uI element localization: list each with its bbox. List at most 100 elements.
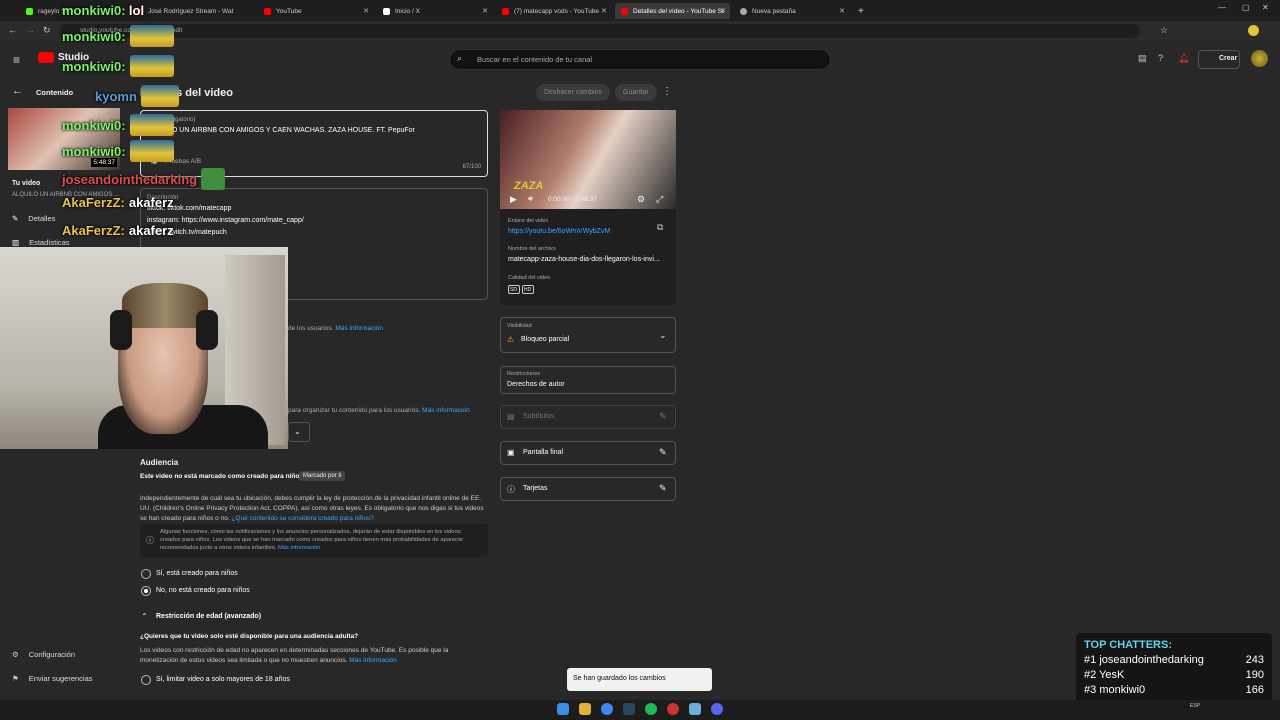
learn-more-link[interactable]: Más información bbox=[335, 325, 383, 332]
file-name: matecapp-zaza-house-dia-dos-llegaron-los… bbox=[508, 256, 660, 263]
player-time: 0:00:00 / 5:48:37 bbox=[548, 196, 597, 203]
chevron-up-icon[interactable]: ⌃ bbox=[141, 612, 148, 621]
video-preview[interactable]: ZAZA ▶ 🔊︎ 0:00:00 / 5:48:37 ⚙ ⤢ bbox=[500, 110, 676, 209]
browser-tab[interactable]: YouTube ✕ bbox=[258, 3, 373, 19]
reload-icon[interactable]: ↻ bbox=[43, 25, 51, 36]
age-restriction-toggle[interactable]: Restricción de edad (avanzado) bbox=[156, 613, 261, 620]
channel-avatar[interactable] bbox=[1251, 50, 1268, 67]
sd-icon: SD bbox=[508, 285, 520, 294]
chat-message: joseandointhedarking bbox=[62, 168, 226, 190]
chevron-down-icon: ⌄ bbox=[294, 427, 301, 436]
age-description: Los videos con restricción de edad no ap… bbox=[140, 647, 449, 664]
back-to-content[interactable]: Contenido bbox=[36, 88, 73, 97]
spotify-icon[interactable] bbox=[645, 703, 657, 715]
top-chatter-row: #1 joseandointhedarking 243 bbox=[1084, 654, 1264, 666]
radio-label[interactable]: No, no está creado para niños bbox=[156, 587, 250, 594]
thumbnail-note: de los usuarios. Más información bbox=[288, 325, 384, 332]
undo-changes-button[interactable]: Deshacer cambios bbox=[536, 84, 610, 101]
close-tab-icon[interactable]: ✕ bbox=[601, 7, 607, 15]
discord-icon[interactable] bbox=[711, 703, 723, 715]
search-input[interactable]: Buscar en el contenido de tu canal bbox=[449, 49, 831, 70]
sidebar-item-details[interactable]: ✎ Detalles bbox=[12, 214, 55, 223]
learn-more-link[interactable]: Más información bbox=[278, 545, 321, 551]
subtitles-icon[interactable]: ▤ bbox=[1138, 53, 1147, 64]
pencil-icon[interactable]: ✎ bbox=[659, 447, 667, 458]
close-tab-icon[interactable]: ✕ bbox=[839, 7, 845, 15]
back-icon[interactable]: ← bbox=[8, 25, 17, 35]
browser-tab-active[interactable]: Detalles del vídeo - YouTube St ✕ bbox=[615, 3, 730, 19]
headphones-icon bbox=[196, 310, 218, 350]
close-window-icon[interactable]: ✕ bbox=[1262, 3, 1269, 12]
minimize-icon[interactable]: — bbox=[1218, 3, 1226, 12]
sidebar-item-feedback[interactable]: ⚑ Enviar sugerencias bbox=[12, 674, 93, 683]
youtube-logo-icon[interactable] bbox=[38, 52, 54, 63]
close-tab-icon[interactable]: ✕ bbox=[720, 7, 726, 15]
made-for-kids-link[interactable]: ¿Qué contenido se considera creado para … bbox=[231, 515, 373, 522]
learn-more-link[interactable]: Más información bbox=[349, 657, 397, 664]
close-tab-icon[interactable]: ✕ bbox=[482, 7, 488, 15]
pencil-icon[interactable]: ✎ bbox=[659, 483, 667, 494]
video-link[interactable]: https://youtu.be/6oWmVWybZvM bbox=[508, 228, 610, 235]
profile-icon[interactable] bbox=[1248, 25, 1259, 36]
visibility-value: Bloqueo parcial bbox=[521, 336, 570, 343]
copy-icon[interactable]: ⧉ bbox=[657, 222, 663, 233]
title-input[interactable]: ALQUILO UN AIRBNB CON AMIGOS Y CAEN WACH… bbox=[147, 127, 477, 134]
chat-emote bbox=[129, 55, 174, 77]
sidebar-item-analytics[interactable]: ▥ Estadísticas bbox=[12, 238, 70, 247]
audience-description: Independientemente de cuál sea tu ubicac… bbox=[140, 495, 484, 522]
steam-icon[interactable] bbox=[623, 703, 635, 715]
learn-more-link[interactable]: Más información bbox=[422, 407, 470, 414]
radio-label[interactable]: Sí, limitar video a solo mayores de 18 a… bbox=[156, 676, 290, 683]
video-info-panel: Enlace del video https://youtu.be/6oWmVW… bbox=[500, 209, 676, 305]
create-button[interactable]: Crear bbox=[1198, 50, 1240, 69]
search-icon[interactable]: ⌕ bbox=[457, 53, 462, 64]
settings-gear-icon[interactable]: ⚙ bbox=[637, 194, 645, 205]
made-for-kids-no-radio[interactable] bbox=[141, 586, 151, 596]
chat-message: monkiwi0: bbox=[62, 55, 174, 77]
address-bar[interactable]: studio.youtube.com/video/6o...//edit bbox=[60, 24, 1140, 38]
restrictions-field[interactable]: Restricciones Derechos de autor bbox=[500, 366, 676, 394]
forward-icon[interactable]: → bbox=[26, 25, 35, 35]
browser-tab[interactable]: Inicio / X ✕ bbox=[377, 3, 492, 19]
browser-tab[interactable]: José Rodríguez Stream - Wat bbox=[130, 3, 255, 19]
obs-icon[interactable] bbox=[667, 703, 679, 715]
notifications-icon[interactable]: 🔔︎ bbox=[1178, 53, 1189, 64]
maximize-icon[interactable]: ▢ bbox=[1242, 3, 1250, 12]
help-icon[interactable]: ? bbox=[1158, 53, 1163, 63]
restrictions-value: Derechos de autor bbox=[507, 381, 565, 388]
pencil-icon[interactable]: ✎ bbox=[659, 411, 667, 422]
visibility-select[interactable]: Visibilidad ⚠ Bloqueo parcial ⌄ bbox=[500, 317, 676, 353]
playlist-dropdown[interactable]: ⌄ bbox=[288, 422, 310, 442]
char-counter: 67/100 bbox=[462, 164, 481, 170]
volume-icon[interactable]: 🔊︎ bbox=[528, 194, 533, 204]
browser-tab[interactable]: Nueva pestaña ✕ bbox=[734, 3, 849, 19]
browser-tab[interactable]: (7) matecapp vods - YouTube ✕ bbox=[496, 3, 611, 19]
age-restrict-yes-radio[interactable] bbox=[141, 675, 151, 685]
cards-row[interactable]: ⓘ Tarjetas ✎ bbox=[500, 477, 676, 501]
gear-icon: ⚙ bbox=[12, 650, 19, 659]
new-tab-button[interactable]: + bbox=[852, 3, 868, 19]
chrome-icon[interactable] bbox=[601, 703, 613, 715]
endscreen-row[interactable]: ▣ Pantalla final ✎ bbox=[500, 441, 676, 465]
save-button[interactable]: Guardar bbox=[615, 84, 657, 101]
menu-icon[interactable]: ≡ bbox=[13, 53, 20, 67]
chat-message: monkiwi0: lol bbox=[62, 3, 145, 18]
made-for-kids-yes-radio[interactable] bbox=[141, 569, 151, 579]
your-video-label: Tu video bbox=[12, 180, 41, 187]
saved-toast: Se han guardado los cambios bbox=[567, 668, 712, 691]
title-field[interactable]: Título (obligatorio) ALQUILO UN AIRBNB C… bbox=[140, 110, 488, 177]
fullscreen-icon[interactable]: ⤢ bbox=[656, 194, 663, 205]
sidebar-item-settings[interactable]: ⚙ Configuración bbox=[12, 650, 75, 659]
radio-label[interactable]: Sí, está creado para niños bbox=[156, 570, 238, 577]
more-options-icon[interactable]: ⋮ bbox=[662, 86, 672, 97]
play-icon[interactable]: ▶ bbox=[510, 194, 517, 205]
close-tab-icon[interactable]: ✕ bbox=[363, 7, 369, 15]
app-icon[interactable] bbox=[689, 703, 701, 715]
file-explorer-icon[interactable] bbox=[579, 703, 591, 715]
bookmark-star-icon[interactable]: ☆ bbox=[1160, 25, 1168, 36]
start-icon[interactable] bbox=[557, 703, 569, 715]
restrictions-label: Restricciones bbox=[507, 371, 541, 377]
subtitles-row[interactable]: ▤ Subtítulos ✎ bbox=[500, 405, 676, 429]
language-indicator[interactable]: ESP bbox=[1190, 703, 1200, 709]
back-arrow-icon[interactable]: ← bbox=[12, 85, 23, 97]
